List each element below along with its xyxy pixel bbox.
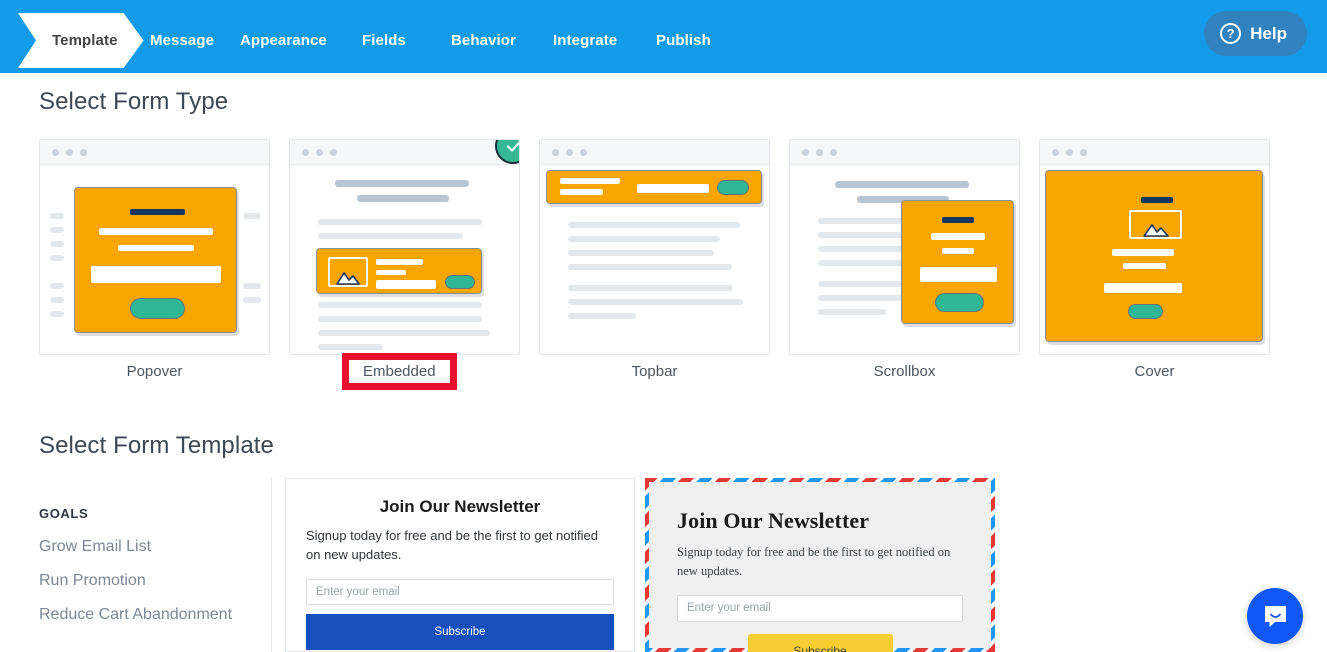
- browser-chrome-bar: [790, 140, 1019, 165]
- form-type-cover[interactable]: Cover: [1039, 139, 1270, 380]
- template-2-body-area: Join Our Newsletter Signup today for fre…: [649, 482, 991, 652]
- chrome-dot-icon: [1066, 148, 1073, 156]
- tab-appearance-label: Appearance: [240, 32, 327, 49]
- template-2-body: Signup today for free and be the first t…: [677, 545, 951, 578]
- cover-preview: [1040, 165, 1269, 354]
- template-2-email-placeholder: Enter your email: [687, 602, 771, 614]
- template-2-subscribe-button[interactable]: Subscribe: [747, 633, 893, 652]
- tab-behavior-label: Behavior: [451, 32, 516, 49]
- tab-fields-label: Fields: [362, 32, 406, 49]
- popover-preview: [40, 165, 269, 354]
- form-template-section: GOALS Grow Email List Run Promotion Redu…: [39, 478, 1289, 652]
- form-type-popover-label: Popover: [126, 363, 183, 380]
- tab-fields[interactable]: Fields: [362, 13, 406, 68]
- app-page: Template Message Appearance Fields Behav…: [0, 0, 1327, 652]
- form-type-embedded-card[interactable]: [289, 139, 520, 355]
- tab-message-label: Message: [150, 32, 215, 49]
- template-1-heading: Join Our Newsletter: [379, 497, 541, 516]
- chrome-dot-icon: [80, 148, 87, 156]
- tab-publish[interactable]: Publish: [656, 13, 711, 68]
- browser-chrome-bar: [40, 140, 269, 165]
- template-1-subscribe-label: Subscribe: [434, 625, 486, 638]
- goal-item-reduce-cart-abandonment[interactable]: Reduce Cart Abandonment: [39, 606, 269, 624]
- tab-appearance[interactable]: Appearance: [240, 13, 327, 68]
- form-type-topbar-card[interactable]: [539, 139, 770, 355]
- browser-chrome-bar: [290, 140, 519, 165]
- check-icon: [506, 140, 519, 152]
- top-navigation-bar: Template Message Appearance Fields Behav…: [0, 0, 1327, 73]
- chrome-dot-icon: [1052, 148, 1059, 156]
- goal-item-grow-email-list[interactable]: Grow Email List: [39, 538, 269, 556]
- chrome-dot-icon: [302, 148, 309, 156]
- tab-template[interactable]: Template: [18, 13, 144, 68]
- chrome-dot-icon: [830, 148, 837, 156]
- form-type-popover[interactable]: Popover: [39, 139, 270, 380]
- form-type-cover-label: Cover: [1134, 363, 1175, 380]
- form-template-card-1[interactable]: Join Our Newsletter Signup today for fre…: [285, 478, 635, 652]
- form-template-card-2[interactable]: Join Our Newsletter Signup today for fre…: [645, 478, 995, 652]
- chrome-dot-icon: [316, 148, 323, 156]
- goal-item-run-promotion[interactable]: Run Promotion: [39, 572, 269, 590]
- scrollbox-preview: [790, 165, 1019, 354]
- chrome-dot-icon: [552, 148, 559, 156]
- select-form-type-heading: Select Form Type: [39, 88, 229, 115]
- tab-publish-label: Publish: [656, 32, 711, 49]
- question-circle-icon: ?: [1220, 23, 1242, 44]
- tab-template-label: Template: [52, 32, 118, 49]
- embedded-annotation-box: Embedded: [342, 353, 457, 390]
- help-button-label: Help: [1250, 23, 1287, 43]
- image-placeholder-icon: [336, 272, 360, 285]
- form-type-scrollbox[interactable]: Scrollbox: [789, 139, 1020, 380]
- form-type-topbar[interactable]: Topbar: [539, 139, 770, 380]
- form-type-popover-card[interactable]: [39, 139, 270, 355]
- browser-chrome-bar: [540, 140, 769, 165]
- form-type-topbar-label: Topbar: [631, 363, 678, 380]
- tab-integrate[interactable]: Integrate: [553, 13, 617, 68]
- browser-chrome-bar: [1040, 140, 1269, 165]
- template-1-subscribe-button[interactable]: Subscribe: [306, 613, 614, 650]
- chrome-dot-icon: [580, 148, 587, 156]
- chat-launcher-button[interactable]: [1247, 588, 1303, 644]
- chat-bubble-icon: [1264, 605, 1286, 627]
- template-1-email-placeholder: Enter your email: [316, 585, 400, 598]
- template-1-email-input[interactable]: Enter your email: [306, 578, 614, 605]
- tab-integrate-label: Integrate: [553, 32, 618, 49]
- template-2-heading: Join Our Newsletter: [677, 508, 870, 533]
- help-button[interactable]: ? Help: [1204, 11, 1307, 56]
- form-type-cover-card[interactable]: [1039, 139, 1270, 355]
- chrome-dot-icon: [330, 148, 337, 156]
- template-2-subscribe-label: Subscribe: [793, 643, 847, 652]
- goals-sidebar: GOALS Grow Email List Run Promotion Redu…: [39, 506, 269, 640]
- template-1-body: Signup today for free and be the first t…: [306, 528, 598, 562]
- chrome-dot-icon: [52, 148, 59, 156]
- tab-behavior[interactable]: Behavior: [451, 13, 516, 68]
- tab-message[interactable]: Message: [150, 13, 214, 68]
- chrome-dot-icon: [66, 148, 73, 156]
- form-type-scrollbox-card[interactable]: [789, 139, 1020, 355]
- form-type-embedded-label: Embedded: [363, 363, 436, 380]
- chrome-dot-icon: [1080, 148, 1087, 156]
- select-form-template-heading: Select Form Template: [39, 432, 274, 459]
- chrome-dot-icon: [566, 148, 573, 156]
- template-2-email-input[interactable]: Enter your email: [677, 594, 963, 622]
- sidebar-divider: [271, 478, 272, 652]
- chrome-dot-icon: [816, 148, 823, 156]
- embedded-preview: [290, 165, 519, 354]
- chrome-dot-icon: [802, 148, 809, 156]
- topbar-preview: [540, 165, 769, 354]
- form-type-embedded[interactable]: Embedded: [289, 139, 520, 390]
- goals-heading: GOALS: [39, 506, 89, 521]
- image-placeholder-icon: [1142, 224, 1169, 237]
- form-type-scrollbox-label: Scrollbox: [873, 363, 936, 380]
